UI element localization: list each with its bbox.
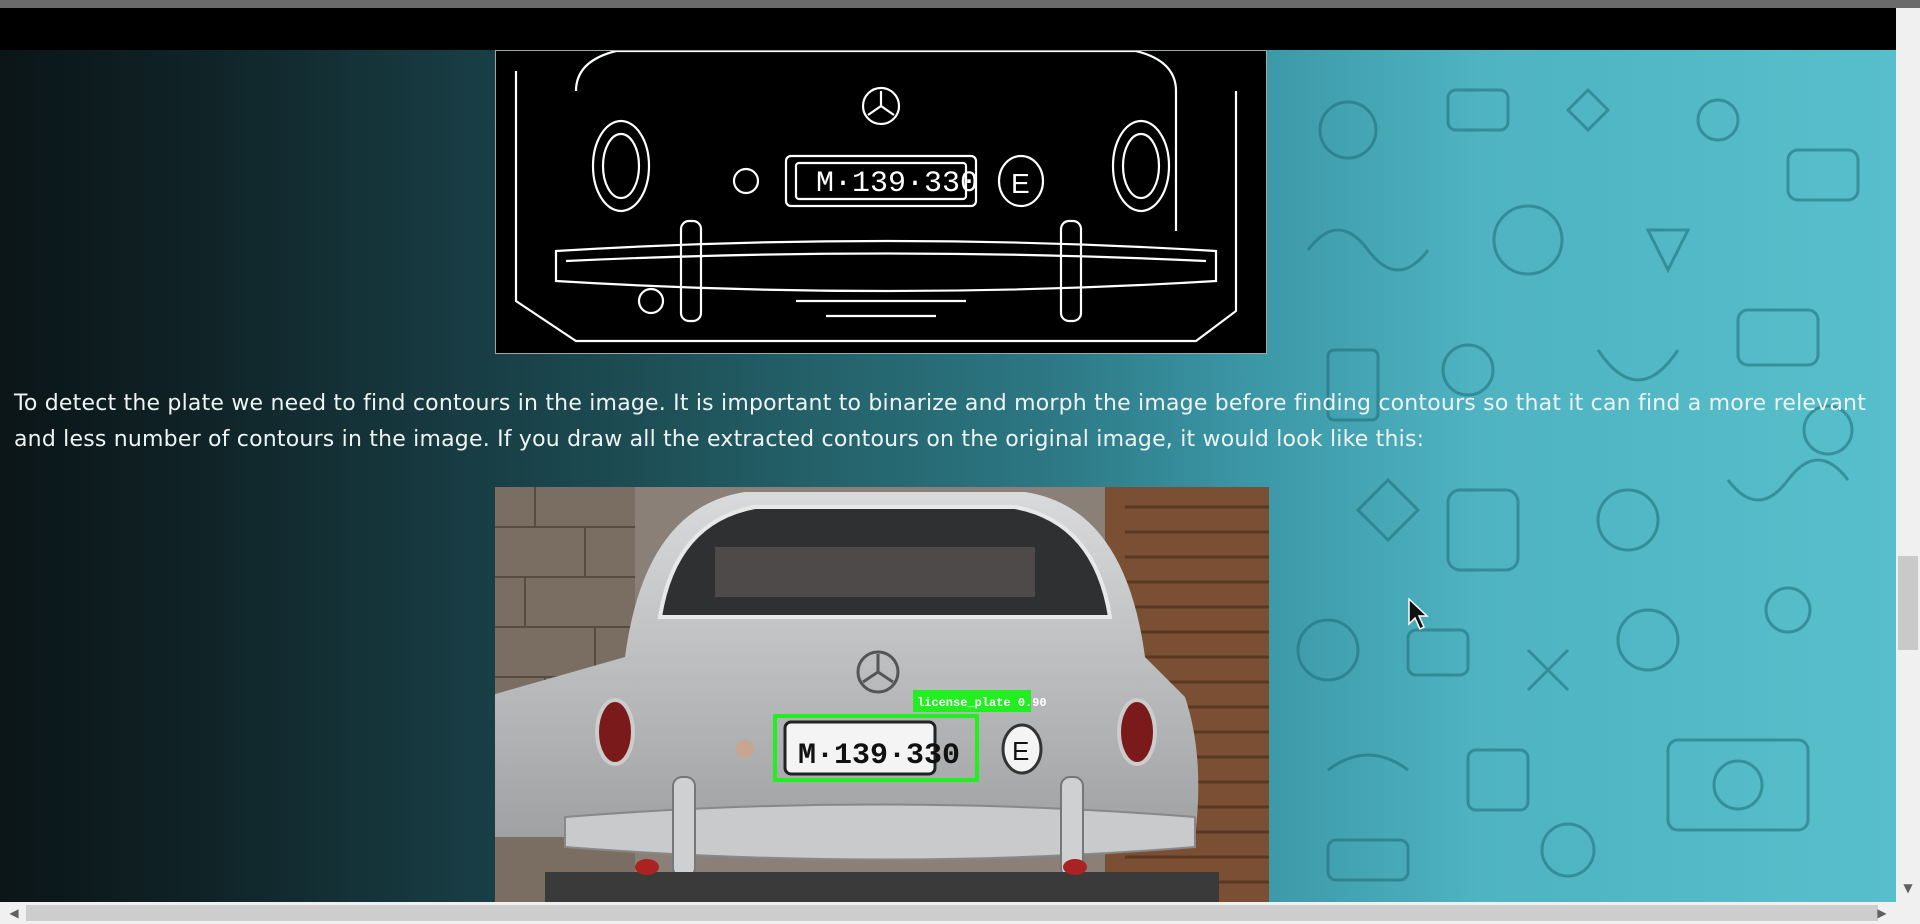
window-top-border: [0, 0, 1920, 8]
doodle-pattern-background: [1296, 87, 1860, 882]
scroll-left-arrow-icon[interactable]: ◀: [4, 902, 24, 924]
edge-detection-image: M·139·330 E: [495, 50, 1267, 354]
plate-detection-image: M·139·330 E license_plate 0.90: [495, 487, 1269, 902]
detection-country-badge-text: E: [1012, 736, 1029, 766]
plate-detection-drawing: M·139·330 E license_plate 0.90: [495, 487, 1269, 902]
edge-plate-text: M·139·330: [816, 167, 978, 201]
edge-country-badge-text: E: [1011, 168, 1030, 199]
edge-detection-drawing: M·139·330 E: [514, 51, 1238, 343]
vertical-scrollbar[interactable]: [1896, 8, 1920, 902]
page-header-strip: [0, 8, 1896, 50]
vertical-scrollbar-thumb[interactable]: [1898, 556, 1918, 650]
detection-label-text: license_plate 0.90: [917, 696, 1047, 710]
article-paragraph: To detect the plate we need to find cont…: [14, 391, 1867, 452]
detection-plate-text: M·139·330: [798, 739, 960, 773]
scroll-down-arrow-icon[interactable]: ▼: [1898, 878, 1918, 898]
horizontal-scrollbar-thumb[interactable]: [26, 905, 1878, 921]
mouse-cursor-icon: [1408, 598, 1429, 631]
scroll-right-arrow-icon[interactable]: ▶: [1872, 902, 1892, 924]
